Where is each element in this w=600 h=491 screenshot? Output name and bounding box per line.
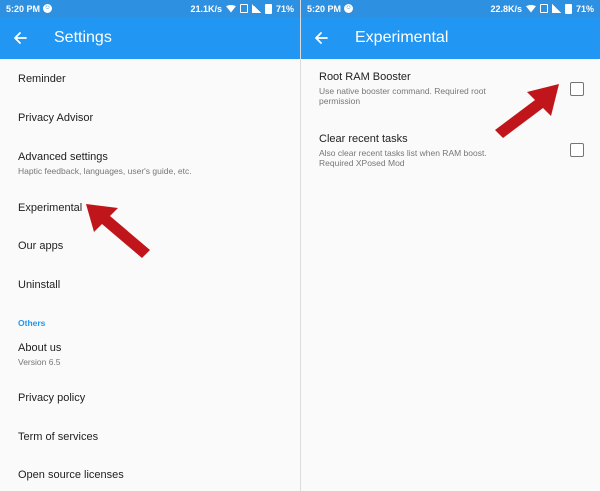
page-title: Experimental	[355, 29, 449, 46]
battery-percent: 71%	[275, 3, 294, 14]
back-button[interactable]	[301, 17, 341, 59]
notification-icon: ☺	[43, 4, 53, 13]
settings-item-uninstall[interactable]: Uninstall	[18, 279, 290, 291]
signal-icon	[551, 4, 561, 13]
annotation-arrow-icon	[495, 84, 559, 138]
settings-item-our-apps[interactable]: Our apps	[18, 240, 290, 252]
settings-item-privacy-policy[interactable]: Privacy policy	[18, 392, 290, 404]
clear-recent-tasks-checkbox[interactable]	[570, 143, 584, 157]
item-label: Privacy policy	[18, 392, 86, 404]
app-bar: Settings	[0, 17, 300, 59]
sim-icon	[539, 4, 548, 13]
status-time: 5:20 PM	[307, 3, 342, 14]
experimental-screen: 5:20 PM ☺ 22.8K/s 71% Experimental Root …	[301, 0, 600, 491]
item-label: Open source licenses	[18, 469, 124, 481]
sim-icon	[239, 4, 248, 13]
settings-item-about-us[interactable]: About us Version 6.5	[18, 342, 290, 367]
battery-percent: 71%	[575, 3, 594, 14]
settings-item-privacy-advisor[interactable]: Privacy Advisor	[18, 112, 290, 124]
network-speed: 21.1K/s	[190, 3, 222, 14]
item-subtitle: Also clear recent tasks list when RAM bo…	[319, 148, 487, 168]
wifi-icon	[225, 4, 236, 13]
annotation-arrow-icon	[86, 204, 150, 258]
item-label: About us	[18, 342, 62, 354]
settings-item-terms[interactable]: Term of services	[18, 431, 290, 443]
settings-screen: 5:20 PM ☺ 21.1K/s 71% Settings Reminder …	[0, 0, 300, 491]
network-speed: 22.8K/s	[490, 3, 522, 14]
status-time: 5:20 PM	[6, 3, 41, 14]
item-label: Experimental	[18, 202, 83, 214]
settings-item-reminder[interactable]: Reminder	[18, 73, 290, 85]
item-label: Term of services	[18, 431, 99, 443]
item-subtitle: Version 6.5	[18, 357, 61, 367]
item-label: Privacy Advisor	[18, 112, 94, 124]
item-subtitle: Use native booster command. Required roo…	[319, 86, 486, 106]
status-bar: 5:20 PM ☺ 21.1K/s 71%	[0, 0, 300, 17]
signal-icon	[251, 4, 261, 13]
back-arrow-icon	[14, 32, 27, 44]
battery-icon	[264, 3, 272, 14]
battery-icon	[564, 3, 572, 14]
settings-item-licenses[interactable]: Open source licenses	[18, 469, 290, 481]
back-button[interactable]	[0, 17, 40, 59]
item-label: Advanced settings	[18, 151, 108, 163]
item-subtitle: Haptic feedback, languages, user's guide…	[18, 166, 192, 176]
wifi-icon	[525, 4, 536, 13]
page-title: Settings	[54, 29, 112, 46]
back-arrow-icon	[315, 32, 328, 44]
section-header-others: Others	[18, 318, 46, 328]
notification-icon: ☺	[344, 4, 354, 13]
settings-item-advanced[interactable]: Advanced settings Haptic feedback, langu…	[18, 151, 290, 176]
item-label: Reminder	[18, 73, 66, 85]
status-bar: 5:20 PM ☺ 22.8K/s 71%	[301, 0, 600, 17]
item-label: Our apps	[18, 240, 64, 252]
app-bar: Experimental	[301, 17, 600, 59]
root-ram-booster-checkbox[interactable]	[570, 82, 584, 96]
settings-item-experimental[interactable]: Experimental	[18, 202, 290, 214]
item-label: Uninstall	[18, 279, 61, 291]
